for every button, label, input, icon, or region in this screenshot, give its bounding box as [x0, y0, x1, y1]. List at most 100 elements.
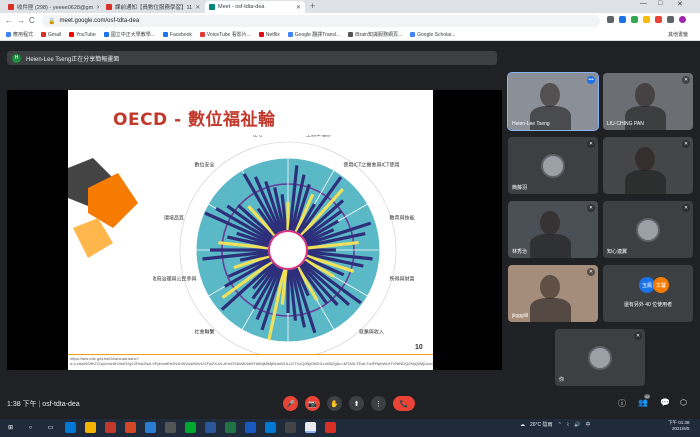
gmail-icon — [8, 4, 14, 10]
acrobat-icon[interactable] — [325, 422, 336, 433]
raise-hand-button[interactable]: ✋ — [327, 396, 342, 411]
reload-button[interactable]: C — [29, 16, 35, 25]
bookmark-label: 應用程式 — [13, 32, 34, 38]
bookmark-item[interactable]: Google Scholar... — [410, 32, 455, 38]
close-icon[interactable]: ✕ — [296, 4, 301, 11]
mic-off-button[interactable]: 🎤 — [283, 396, 298, 411]
bookmark-label: Google 翻譯Transl... — [294, 32, 341, 38]
weather-text[interactable]: 26°C 陰雨 — [530, 421, 553, 428]
extension-icon[interactable] — [655, 16, 662, 23]
other-bookmarks[interactable]: 其他書籤 — [668, 31, 688, 38]
bookmark-item[interactable]: 應用程式 — [6, 31, 33, 38]
camera-off-button[interactable]: 📷 — [305, 396, 320, 411]
bookmark-item[interactable]: Gmail — [41, 32, 61, 38]
participant-tile[interactable]: ✕ — [603, 137, 693, 194]
windows-start-icon[interactable]: ⊞ — [5, 422, 16, 433]
app-icon[interactable] — [265, 422, 276, 433]
new-tab-button[interactable]: + — [310, 1, 315, 11]
extension-icon[interactable] — [607, 16, 614, 23]
bookmark-item[interactable]: Netflix — [258, 32, 280, 38]
word-icon[interactable] — [245, 422, 256, 433]
present-button[interactable]: ⬆ — [349, 396, 364, 411]
browser-tab-gmail[interactable]: 收件匣 (298) - yeeee0628@gm ✕ — [4, 1, 99, 13]
participant-avatar: 文馨 — [653, 277, 669, 293]
powerpoint-icon[interactable] — [125, 422, 136, 433]
participant-avatar — [636, 217, 660, 242]
extension-icon[interactable] — [631, 16, 638, 23]
slide-title: OECD - 數位福祉輪 — [113, 110, 276, 130]
excel-icon[interactable] — [225, 422, 236, 433]
participant-tile[interactable]: 玉鳳 文馨 還有另外 40 位使用者 — [603, 265, 693, 322]
participant-tile[interactable]: Heien-Lee Tseng ••• — [507, 72, 599, 131]
bookmark-icon — [6, 32, 11, 37]
ime-indicator[interactable]: 中 — [585, 421, 590, 428]
line-icon[interactable] — [185, 422, 196, 433]
browser-tab-course[interactable]: 課前通知【員數位服務學習】11 ✕ — [102, 1, 202, 13]
browser-tab-meet[interactable]: Meet - osf-tdta-dea ✕ — [205, 1, 305, 13]
participant-tile[interactable]: jiiggglill ✕ — [508, 265, 598, 322]
bookmark-item[interactable]: 國立中正大學教學... — [103, 31, 155, 38]
participant-tile[interactable]: 知心連翼 ✕ — [603, 201, 693, 258]
bookmark-item[interactable]: VoiceTube 看影片... — [199, 31, 251, 38]
mic-muted-icon: ✕ — [682, 140, 690, 148]
digital-wellbeing-wheel: 主觀幸福感使用ICT之機會與ICT使用教育與技能所得與財富就業與收入工作與生活平… — [153, 135, 414, 365]
app-icon[interactable] — [285, 422, 296, 433]
presenter-banner: H Heien-Lee Tseng正在分享簡報畫面 — [7, 51, 497, 65]
wheel-segment-label: 社會聯繫 — [195, 328, 215, 335]
participant-tile[interactable]: 簡藤羽 ✕ — [508, 137, 598, 194]
activities-button[interactable]: ⬡ — [680, 398, 687, 407]
forward-button[interactable]: → — [17, 16, 25, 25]
file-explorer-icon[interactable] — [85, 422, 96, 433]
edge-icon[interactable] — [65, 422, 76, 433]
minimize-button[interactable]: — — [640, 0, 647, 7]
extension-icon[interactable] — [619, 16, 626, 23]
search-icon[interactable]: ○ — [25, 422, 36, 433]
participant-name: LIU-CHING PAN — [607, 121, 644, 127]
maximize-button[interactable]: □ — [658, 0, 662, 7]
bookmark-label: Facebook — [169, 31, 192, 38]
bookmark-label: Google Scholar... — [417, 31, 456, 38]
extension-icon[interactable] — [643, 16, 650, 23]
participant-tile[interactable]: 你 ✕ — [555, 329, 645, 386]
profile-avatar[interactable] — [679, 16, 686, 23]
app-icon[interactable] — [165, 422, 176, 433]
word-icon[interactable] — [145, 422, 156, 433]
meeting-time-and-code: 1:38 下午 | osf-tdta-dea — [7, 401, 80, 408]
participant-tile[interactable]: 林秀治 ✕ — [508, 201, 598, 258]
meeting-time: 1:38 下午 — [7, 401, 37, 408]
taskbar-clock[interactable]: 下午 01:38 2021/6/5 — [668, 420, 690, 432]
meeting-info-button[interactable]: ⓘ — [618, 398, 626, 409]
task-view-icon[interactable]: ▭ — [45, 422, 56, 433]
chrome-icon[interactable] — [305, 422, 316, 433]
close-icon[interactable]: ✕ — [96, 4, 99, 11]
chevron-up-icon[interactable]: ⌃ — [558, 422, 562, 428]
bookmark-item[interactable]: Facebook — [162, 31, 192, 38]
volume-icon[interactable]: 🔊 — [574, 422, 580, 428]
participant-name: Heien-Lee Tseng — [512, 121, 550, 127]
address-bar[interactable]: 🔒 meet.google.com/osf-tdta-dea — [42, 15, 600, 27]
chat-button[interactable]: 💬 — [660, 398, 670, 407]
app-icon[interactable] — [205, 422, 216, 433]
more-options-button[interactable]: ⋮ — [371, 396, 386, 411]
bookmark-item[interactable]: Google 翻譯Transl... — [287, 31, 341, 38]
people-button[interactable]: 👥 49 — [638, 394, 651, 407]
participant-name: 林秀治 — [512, 249, 528, 255]
network-icon[interactable]: ⌇ — [567, 422, 569, 428]
close-window-button[interactable]: ✕ — [677, 0, 683, 8]
bookmark-icon — [287, 32, 293, 37]
app-icon[interactable] — [105, 422, 116, 433]
participant-tile[interactable]: LIU-CHING PAN ✕ — [603, 73, 693, 130]
bookmark-item[interactable]: iBrain知識服務網頁... — [348, 31, 402, 38]
bookmark-label: VoiceTube 看影片... — [206, 32, 251, 38]
close-icon[interactable]: ✕ — [195, 4, 200, 11]
bookmark-icon — [103, 32, 109, 37]
meeting-code: osf-tdta-dea — [42, 401, 80, 408]
hangup-button[interactable]: 📞 — [393, 396, 415, 411]
back-button[interactable]: ← — [5, 16, 13, 25]
wheel-segment-label: 主觀幸福感 — [306, 135, 331, 138]
participant-name: jiiggglill — [512, 313, 529, 319]
participant-name: 簡藤羽 — [512, 185, 528, 191]
url-text: meet.google.com/osf-tdta-dea — [59, 18, 140, 24]
extension-icon[interactable] — [667, 16, 674, 23]
bookmark-item[interactable]: YouTube — [69, 32, 96, 38]
